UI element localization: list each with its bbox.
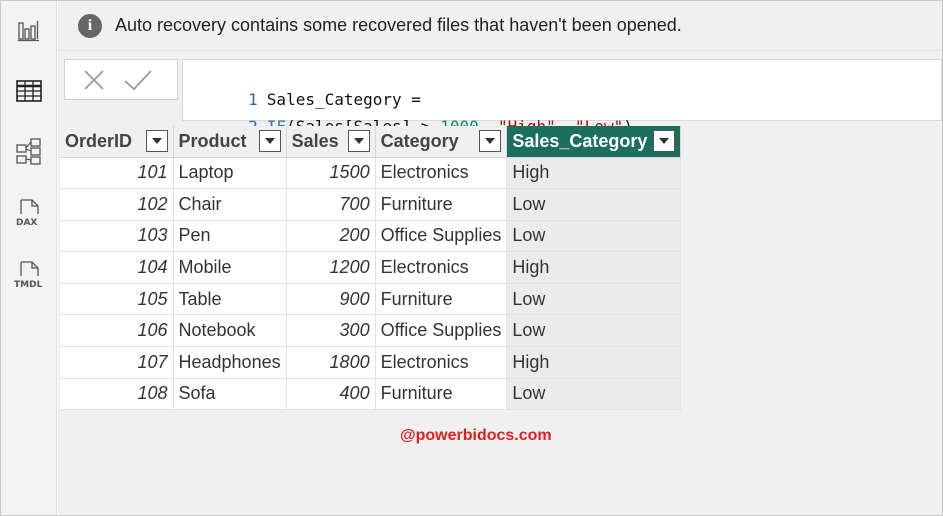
table-row: 102 Chair 700 Furniture Low (60, 188, 682, 221)
table-row: 107 Headphones 1800 Electronics High (60, 346, 682, 379)
dax-formula-editor[interactable]: 1Sales_Category = 2IF(Sales[Sales] > 100… (182, 59, 942, 136)
formula-actions (64, 59, 178, 100)
cell-product[interactable]: Chair (173, 188, 287, 221)
table-header-row: OrderID Product Sales Category Sales_Cat… (60, 126, 682, 158)
cell-product[interactable]: Pen (173, 220, 287, 253)
cell-sales-category[interactable]: Low (506, 378, 682, 411)
cell-sales-category[interactable]: Low (506, 283, 682, 316)
report-view-button[interactable] (11, 13, 47, 49)
cell-product[interactable]: Headphones (173, 346, 287, 379)
auto-recovery-banner: i Auto recovery contains some recovered … (58, 1, 942, 51)
table-view-button[interactable] (11, 73, 47, 109)
cell-sales-category[interactable]: Low (506, 220, 682, 253)
svg-text:DAX: DAX (16, 218, 37, 228)
cell-product[interactable]: Notebook (173, 314, 287, 348)
column-header-orderid[interactable]: OrderID (60, 126, 174, 158)
watermark-text: @powerbidocs.com (400, 427, 552, 444)
cell-sales[interactable]: 700 (286, 188, 376, 221)
column-filter-button[interactable] (653, 130, 676, 152)
table-row: 105 Table 900 Furniture Low (60, 283, 682, 316)
column-filter-button[interactable] (347, 130, 370, 152)
cell-product[interactable]: Mobile (173, 251, 287, 284)
column-header-label: Category (380, 130, 459, 151)
column-header-sales[interactable]: Sales (286, 126, 376, 158)
cell-sales-category[interactable]: High (506, 157, 682, 190)
cell-sales-category[interactable]: High (506, 251, 682, 284)
bar-chart-icon (18, 21, 39, 42)
cell-category[interactable]: Furniture (375, 283, 508, 316)
dax-file-icon: DAX (16, 199, 39, 228)
banner-message: Auto recovery contains some recovered fi… (115, 15, 682, 35)
column-header-sales-category[interactable]: Sales_Category (506, 126, 682, 158)
chevron-down-icon (659, 138, 670, 144)
dax-query-view-button[interactable]: DAX (11, 195, 47, 231)
column-header-product[interactable]: Product (173, 126, 287, 158)
cell-category[interactable]: Office Supplies (375, 220, 508, 253)
cell-product[interactable]: Table (173, 283, 287, 316)
tmdl-file-icon: TMDL (14, 261, 43, 290)
chevron-down-icon (485, 138, 496, 144)
chevron-down-icon (264, 138, 275, 144)
data-table: OrderID Product Sales Category Sales_Cat… (60, 126, 682, 411)
cell-sales[interactable]: 1500 (286, 157, 376, 190)
model-diagram-icon (16, 138, 41, 165)
check-icon (124, 70, 152, 91)
cell-sales-category[interactable]: Low (506, 188, 682, 221)
view-rail: DAX TMDL (1, 1, 57, 515)
cell-product[interactable]: Sofa (173, 378, 287, 411)
cell-orderid[interactable]: 107 (60, 346, 174, 379)
cell-sales[interactable]: 400 (286, 378, 376, 411)
cell-sales[interactable]: 300 (286, 314, 376, 348)
model-view-button[interactable] (11, 133, 47, 169)
cell-category[interactable]: Electronics (375, 157, 508, 190)
table-row: 103 Pen 200 Office Supplies Low (60, 220, 682, 253)
table-row: 106 Notebook 300 Office Supplies Low (60, 314, 682, 348)
svg-text:TMDL: TMDL (14, 280, 43, 290)
commit-formula-button[interactable] (123, 66, 153, 94)
chevron-down-icon (151, 138, 162, 144)
column-filter-button[interactable] (145, 130, 168, 152)
cell-orderid[interactable]: 108 (60, 378, 174, 411)
column-filter-button[interactable] (479, 130, 502, 152)
column-filter-button[interactable] (258, 130, 281, 152)
cell-category[interactable]: Electronics (375, 346, 508, 379)
table-grid-icon (16, 80, 42, 102)
cell-orderid[interactable]: 101 (60, 157, 174, 190)
info-icon: i (78, 13, 102, 38)
cell-sales[interactable]: 900 (286, 283, 376, 316)
cell-orderid[interactable]: 106 (60, 314, 174, 348)
close-icon (84, 70, 104, 90)
chevron-down-icon (353, 138, 364, 144)
column-header-category[interactable]: Category (375, 126, 508, 158)
cell-category[interactable]: Furniture (375, 188, 508, 221)
table-row: 104 Mobile 1200 Electronics High (60, 251, 682, 284)
cell-sales[interactable]: 1800 (286, 346, 376, 379)
cell-category[interactable]: Furniture (375, 378, 508, 411)
table-row: 101 Laptop 1500 Electronics High (60, 157, 682, 190)
cell-category[interactable]: Office Supplies (375, 314, 508, 348)
cell-orderid[interactable]: 105 (60, 283, 174, 316)
formula-line-1: 1 Sales_Category = (183, 64, 421, 109)
table-view-canvas: i Auto recovery contains some recovered … (58, 1, 942, 515)
cell-category[interactable]: Electronics (375, 251, 508, 284)
cell-product[interactable]: Laptop (173, 157, 287, 190)
cell-sales-category[interactable]: High (506, 346, 682, 379)
cell-sales-category[interactable]: Low (506, 314, 682, 348)
cell-sales[interactable]: 200 (286, 220, 376, 253)
cell-orderid[interactable]: 102 (60, 188, 174, 221)
cancel-formula-button[interactable] (79, 66, 109, 94)
formula-line-2: 2IF(Sales[Sales] > 1000, "High", "Low") (183, 91, 633, 136)
tmdl-view-button[interactable]: TMDL (11, 257, 47, 293)
cell-orderid[interactable]: 104 (60, 251, 174, 284)
cell-orderid[interactable]: 103 (60, 220, 174, 253)
table-row: 108 Sofa 400 Furniture Low (60, 378, 682, 411)
cell-sales[interactable]: 1200 (286, 251, 376, 284)
